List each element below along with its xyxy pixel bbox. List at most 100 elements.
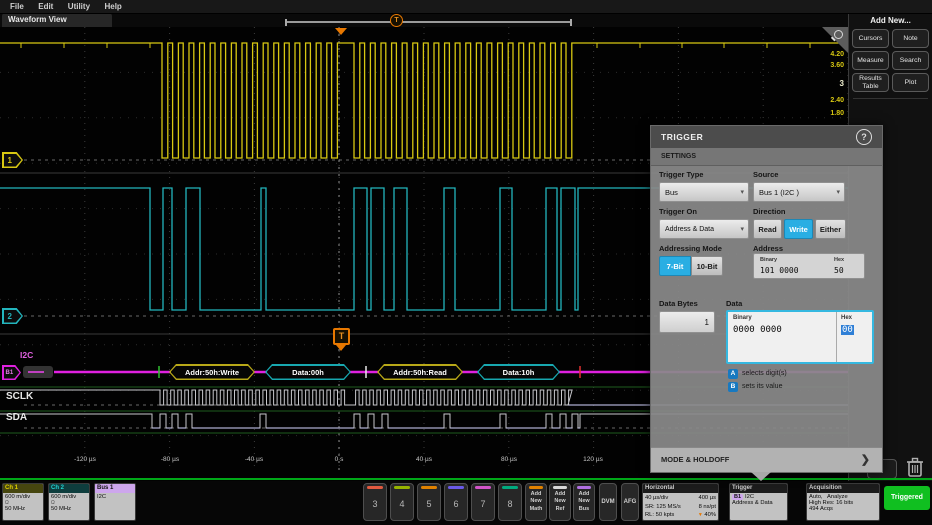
measure-button[interactable]: Measure (852, 51, 889, 70)
tab-bar: Waveform View T (0, 13, 848, 27)
acquisition-badge[interactable]: Acquisition Auto, Analyze High Res: 16 b… (806, 483, 880, 521)
trigger-on-label: Trigger On (659, 207, 697, 216)
address-hex-label: Hex (834, 257, 844, 263)
bus-handle[interactable] (23, 366, 53, 378)
direction-write-button[interactable]: Write (784, 219, 813, 239)
trigger-type-value: Bus (665, 188, 678, 197)
addressing-10bit-button[interactable]: 10-Bit (691, 256, 723, 276)
address-field[interactable]: Binary 101 0000 Hex 50 (753, 253, 865, 279)
menu-help[interactable]: Help (104, 0, 121, 11)
cursors-button[interactable]: Cursors (852, 29, 889, 48)
overview-trigger-marker-icon[interactable]: T (390, 14, 403, 27)
channel2-bandwidth: 50 MHz (51, 506, 87, 512)
bus1-badge[interactable]: Bus 1 I2C (94, 483, 136, 521)
data-bytes-input[interactable]: 1 (659, 311, 715, 333)
scale-label: 2.40 (804, 97, 844, 104)
source-select[interactable]: Bus 1 (I2C ) (753, 182, 845, 202)
add-new-bus-button[interactable]: AddNewBus (573, 483, 595, 521)
menu-file[interactable]: File (10, 0, 24, 11)
scale-label: 1.80 (804, 110, 844, 117)
acquisition-count: 494 Acqs (809, 506, 877, 512)
data-field[interactable]: Binary 0000 0000 Hex 00 (726, 310, 874, 364)
direction-read-button[interactable]: Read (753, 219, 782, 239)
decode-packet-data-00[interactable]: Data:00h (265, 364, 351, 380)
magnifier-icon (834, 30, 843, 39)
bus1-type: I2C (97, 494, 133, 500)
dvm-button[interactable]: DVM (599, 483, 617, 521)
trash-icon[interactable] (903, 454, 927, 480)
trigger-on-value: Address & Data (665, 226, 714, 233)
data-binary-label: Binary (733, 315, 752, 321)
channel5-button[interactable]: 5 (417, 483, 441, 521)
time-axis-label: 0 s (314, 456, 364, 463)
scale-label: 4.20 (804, 51, 844, 58)
add-new-math-button[interactable]: AddNewMath (525, 483, 547, 521)
menu-utility[interactable]: Utility (68, 0, 90, 11)
trigger-type-select[interactable]: Bus (659, 182, 749, 202)
add-new-title: Add New... (849, 13, 932, 25)
results-table-button[interactable]: Results Table (852, 73, 889, 92)
panel-notch (751, 472, 771, 481)
time-axis-label: 40 µs (399, 456, 449, 463)
decode-packet-addr-write[interactable]: Addr:50h:Write (169, 364, 255, 380)
triggered-status-badge: Triggered (884, 486, 930, 510)
chevron-right-icon: ❯ (861, 453, 870, 466)
address-hex-value[interactable]: 50 (834, 266, 844, 275)
channel7-button[interactable]: 7 (471, 483, 495, 521)
settings-section-header: SETTINGS (651, 148, 882, 166)
address-binary-value[interactable]: 101 0000 (760, 266, 799, 275)
time-axis-label: -40 µs (229, 456, 279, 463)
time-axis-label: -120 µs (60, 456, 110, 463)
scale-label: 3 (804, 79, 844, 88)
menu-edit[interactable]: Edit (38, 0, 53, 11)
search-button[interactable]: Search (892, 51, 929, 70)
data-field-divider (836, 312, 837, 362)
mode-holdoff-section[interactable]: MODE & HOLDOFF ❯ (651, 447, 882, 472)
trigger-badge-title: Trigger (730, 484, 787, 493)
overview-bar (287, 21, 570, 23)
trigger-indicator-icon[interactable]: T (333, 328, 350, 345)
decode-packet-data-10[interactable]: Data:10h (477, 364, 560, 380)
trigger-position-icon[interactable] (335, 28, 347, 35)
time-axis-label: -80 µs (145, 456, 195, 463)
knob-b-hint: sets its value (742, 383, 782, 390)
sclk-label: SCLK (6, 391, 33, 402)
help-icon[interactable]: ? (856, 129, 872, 145)
menu-bar: File Edit Utility Help (0, 0, 932, 14)
channel4-button[interactable]: 4 (390, 483, 414, 521)
channel1-badge[interactable]: Ch 1 600 m/div Ω 50 MHz (2, 483, 44, 521)
trigger-position-mini-icon: ▼ (698, 512, 703, 518)
channel2-badge-name: Ch 2 (49, 484, 89, 493)
channel3-label: 3 (364, 489, 386, 520)
trigger-settings-panel: TRIGGER ? SETTINGS Trigger Type Bus Sour… (650, 125, 883, 473)
data-binary-value[interactable]: 0000 0000 (733, 325, 782, 335)
note-button[interactable]: Note (892, 29, 929, 48)
bottom-bar: Ch 1 600 m/div Ω 50 MHz Ch 2 600 m/div Ω… (0, 481, 932, 525)
address-binary-label: Binary (760, 257, 777, 263)
channel6-label: 6 (445, 489, 467, 520)
channel8-button[interactable]: 8 (498, 483, 522, 521)
scale-label: 3.60 (804, 62, 844, 69)
trigger-indicator-pointer (336, 345, 346, 351)
channel3-button[interactable]: 3 (363, 483, 387, 521)
add-new-ref-button[interactable]: AddNewRef (549, 483, 571, 521)
channel6-button[interactable]: 6 (444, 483, 468, 521)
direction-either-button[interactable]: Either (815, 219, 846, 239)
source-value: Bus 1 (I2C ) (759, 188, 799, 197)
data-hex-label: Hex (841, 315, 852, 321)
addressing-7bit-button[interactable]: 7-Bit (659, 256, 691, 276)
data-hex-value[interactable]: 00 (841, 325, 854, 335)
plot-button[interactable]: Plot (892, 73, 929, 92)
trigger-badge[interactable]: Trigger B1I2C Address & Data (729, 483, 788, 521)
channel5-label: 5 (418, 489, 440, 520)
horizontal-badge[interactable]: Horizontal 40 µs/div400 µs SR: 125 MS/s8… (642, 483, 719, 521)
decode-packet-addr-read[interactable]: Addr:50h:Read (377, 364, 463, 380)
channel8-label: 8 (499, 489, 521, 520)
zoom-overview-bracket[interactable] (285, 19, 572, 26)
afg-button[interactable]: AFG (621, 483, 639, 521)
bus1-badge-name: Bus 1 (95, 484, 135, 493)
channel2-badge[interactable]: Ch 2 600 m/div Ω 50 MHz (48, 483, 90, 521)
data-bytes-label: Data Bytes (659, 299, 698, 308)
channel1-badge-name: Ch 1 (3, 484, 43, 493)
trigger-on-select[interactable]: Address & Data (659, 219, 749, 239)
